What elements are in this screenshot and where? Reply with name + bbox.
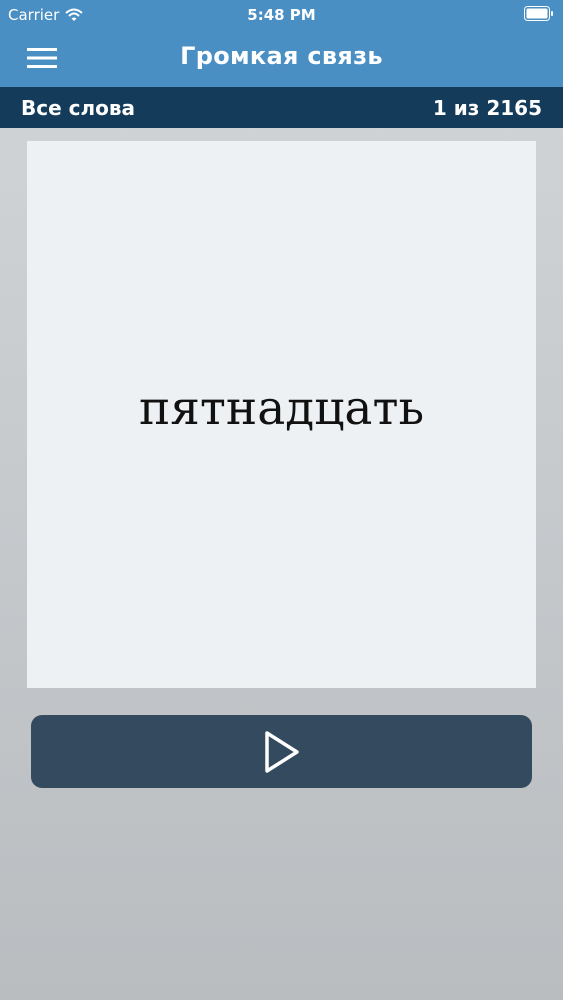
flashcard-word: пятнадцать [138, 381, 425, 436]
battery-icon [524, 6, 553, 21]
status-bar: Carrier 5:48 PM [0, 0, 563, 30]
play-audio-button[interactable] [31, 715, 532, 788]
card-position-counter: 1 из 2165 [432, 96, 542, 120]
navigation-bar: Громкая связь [0, 30, 563, 87]
play-icon [264, 730, 299, 773]
page-title: Громкая связь [180, 42, 383, 70]
deck-info-bar: Все слова 1 из 2165 [0, 87, 563, 128]
clock: 5:48 PM [247, 6, 316, 24]
word-list-name: Все слова [21, 96, 136, 120]
flashcard[interactable]: пятнадцать [27, 141, 536, 688]
